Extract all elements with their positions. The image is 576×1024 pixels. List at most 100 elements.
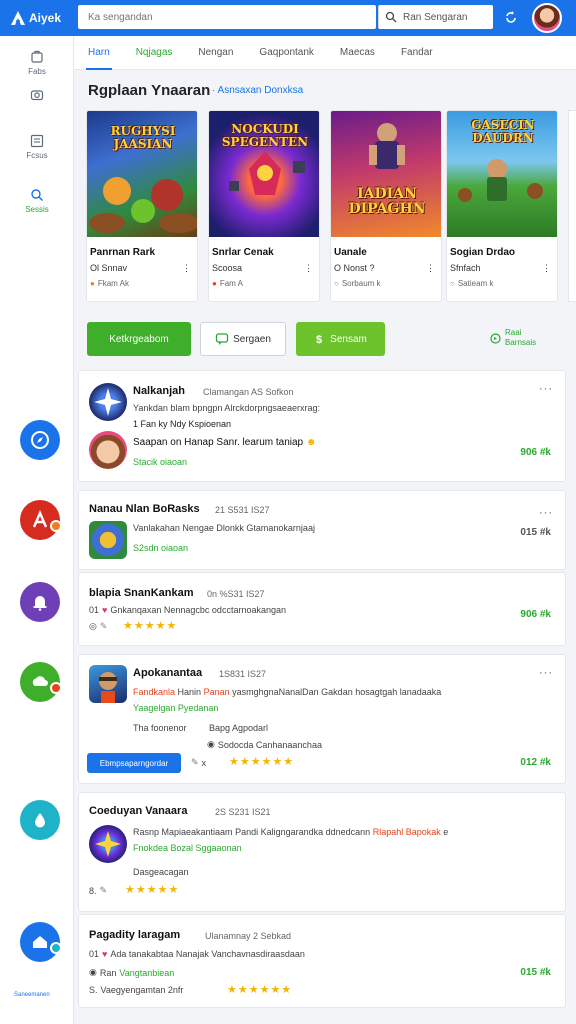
- side-link[interactable]: Raai Barnsais: [490, 328, 536, 348]
- post-tag: Fandkanla: [133, 687, 176, 697]
- sidebar-item-label: Fabs: [28, 67, 46, 76]
- feed-post[interactable]: Nalkanjah Clamangan AS Sofkon ··· Yankda…: [78, 370, 566, 482]
- dollar-icon: $: [316, 334, 322, 345]
- feed-post[interactable]: Apokanantaa 1S831 IS27 ··· Fandkanla Han…: [78, 654, 566, 784]
- more-icon[interactable]: ⋮: [542, 263, 551, 274]
- sidebar-item-list[interactable]: Fcsus: [0, 134, 74, 160]
- more-options-icon[interactable]: ···: [539, 667, 553, 679]
- more-icon[interactable]: ⋮: [426, 263, 435, 274]
- sidebar-item-search[interactable]: Sessis: [0, 188, 74, 214]
- sidebar-app-a[interactable]: [20, 500, 62, 540]
- side-link-line1: Raai: [505, 328, 522, 337]
- game-art-title: NOCKUDI SPEGENTEN: [221, 122, 309, 149]
- card-meta: ○ Satieam k: [450, 279, 557, 288]
- post-word: Hanin: [177, 687, 202, 697]
- game-cover: NOCKUDI SPEGENTEN: [209, 111, 319, 237]
- more-options-icon[interactable]: ···: [539, 383, 553, 395]
- post-word: Pandi Kaligngarandka ddnedcann: [235, 827, 371, 837]
- card-subtitle: Ol Snnav ⋮: [90, 263, 197, 274]
- post-author[interactable]: Coeduyan Vanaara: [89, 805, 187, 817]
- post-line: ◉ Sodocda Canhanaanchaa: [207, 739, 322, 750]
- post-time: Clamangan AS Sofkon: [203, 387, 294, 397]
- feed-post[interactable]: Nanau Nlan BoRasks 21 S531 IS27 ··· Vanl…: [78, 490, 566, 570]
- sidebar-item-home[interactable]: Fabs: [0, 50, 74, 76]
- search-button-label: Ran Sengaran: [403, 11, 468, 23]
- card-title: Panrnan Rark: [90, 247, 156, 258]
- post-author[interactable]: Apokanantaa: [133, 667, 202, 679]
- secondary-action-label: Sergaen: [233, 333, 271, 345]
- game-cover: RUGHYSI JAASIAN: [87, 111, 197, 237]
- sidebar-app-cloud[interactable]: [20, 662, 62, 702]
- card-meta-text: Fkam Ak: [97, 279, 129, 288]
- card-meta-text: Satieam k: [457, 279, 494, 288]
- sidebar-app-compass[interactable]: [20, 420, 60, 460]
- post-author[interactable]: Nalkanjah: [133, 385, 185, 397]
- secondary-action-button[interactable]: Sergaen: [200, 322, 286, 356]
- post-author[interactable]: Nanau Nlan BoRasks: [89, 503, 200, 515]
- sidebar-item-label: Fcsus: [26, 151, 48, 160]
- tab-home[interactable]: Harn: [86, 36, 112, 70]
- post-text: Vanlakahan Nengae Dlonkk Gtamanokarnjaaj: [133, 523, 315, 533]
- more-icon[interactable]: ⋮: [304, 263, 313, 274]
- list-icon: [30, 134, 44, 148]
- post-word: e: [443, 827, 449, 837]
- post-author[interactable]: Pagadity laragam: [89, 929, 180, 941]
- post-text: Tha foonenor: [133, 723, 187, 733]
- game-card[interactable]: IADIAN DIPAGHN Uanale O Nonst ? ⋮ ○ Sorbau…: [330, 110, 442, 302]
- cloud-icon: [32, 676, 48, 686]
- primary-action-button[interactable]: Ketkrgeabom: [87, 322, 191, 356]
- game-cover: IADIAN DIPAGHN: [331, 111, 441, 237]
- sidebar-app-home[interactable]: [20, 922, 62, 962]
- card-overflow-edge: [568, 110, 576, 302]
- app-logo[interactable]: Aiyek: [10, 10, 72, 26]
- post-count: 015 #k: [520, 527, 551, 538]
- feed-post[interactable]: Coeduyan Vanaara 2S S231 IS21 Rasnp Mapi…: [78, 792, 566, 912]
- sync-icon[interactable]: [504, 10, 518, 24]
- sidebar-app-bell[interactable]: [20, 582, 60, 622]
- sidebar-app-drop[interactable]: [20, 800, 60, 840]
- tab-games[interactable]: Nqjagas: [136, 36, 173, 70]
- notification-dot: [50, 942, 62, 954]
- sidebar-item-camera[interactable]: [0, 88, 74, 102]
- chat-icon: [215, 333, 229, 345]
- game-card[interactable]: RUGHYSI JAASIAN Panrnan Rark Ol Snnav ⋮ ●…: [86, 110, 198, 302]
- game-cover: GASECIN DAUDRN: [447, 111, 557, 237]
- comment-icon: ◎: [89, 621, 97, 631]
- reply-meta: Stacik oiaoan: [133, 457, 188, 467]
- tab-more[interactable]: Fandar: [401, 36, 433, 70]
- post-text: Yankdan blam bpngpn Alrckdorpngsaeaerxra…: [133, 403, 320, 413]
- info-icon: [490, 332, 501, 344]
- search-button[interactable]: Ran Sengaran: [378, 5, 493, 29]
- game-card[interactable]: GASECIN DAUDRN Sogian Drdao Sfnfach ⋮ ○ Sa…: [446, 110, 558, 302]
- post-line: S. Vaegyengamtan 2nfr: [89, 985, 183, 995]
- more-icon[interactable]: ⋮: [182, 263, 191, 274]
- section-link[interactable]: · Asnsaxan Donxksa: [212, 85, 303, 96]
- tab-media[interactable]: Maecas: [340, 36, 375, 70]
- reply-avatar: [89, 431, 127, 469]
- tab-apps[interactable]: Nengan: [198, 36, 233, 70]
- tertiary-action-button[interactable]: $ Sensam: [296, 322, 385, 356]
- game-art-title: GASECIN DAUDRN: [471, 118, 535, 145]
- post-count: 015 #k: [520, 967, 551, 978]
- post-action-button[interactable]: Ebmpsaparngordar: [87, 753, 181, 773]
- post-time: 2S S231 IS21: [215, 807, 271, 817]
- search-icon: [385, 11, 397, 23]
- tab-categories[interactable]: Gaqpontank: [259, 36, 314, 70]
- compass-icon: [31, 431, 49, 449]
- post-text: Rasnp Mapiaeakantiaam Pandi Kaligngarand…: [133, 827, 448, 837]
- post-avatar: [89, 825, 127, 863]
- card-developer: Sfnfach: [450, 263, 481, 273]
- card-title: Uanale: [334, 247, 367, 258]
- feed-post[interactable]: blapia SnanKankam 0n %S31 IS27 01 ♥ Gnkanq…: [78, 572, 566, 646]
- game-card[interactable]: NOCKUDI SPEGENTEN Snrlar Cenak Scoosa ⋮ ●…: [208, 110, 320, 302]
- more-options-icon[interactable]: ···: [539, 507, 553, 519]
- post-mini-text: 8.: [89, 885, 97, 896]
- card-developer: O Nonst ?: [334, 263, 375, 273]
- feed-post[interactable]: Pagadity laragam Ulanamnay 2 Sebkad 01 ♥ A…: [78, 914, 566, 1008]
- search-input[interactable]: [78, 5, 376, 29]
- letter-a-icon: [32, 510, 48, 528]
- post-text: Vangtanbiean: [119, 967, 175, 978]
- user-avatar[interactable]: [532, 3, 562, 33]
- post-author[interactable]: blapia SnanKankam: [89, 587, 194, 599]
- post-line: ◉ Ran Vangtanbiean: [89, 967, 174, 978]
